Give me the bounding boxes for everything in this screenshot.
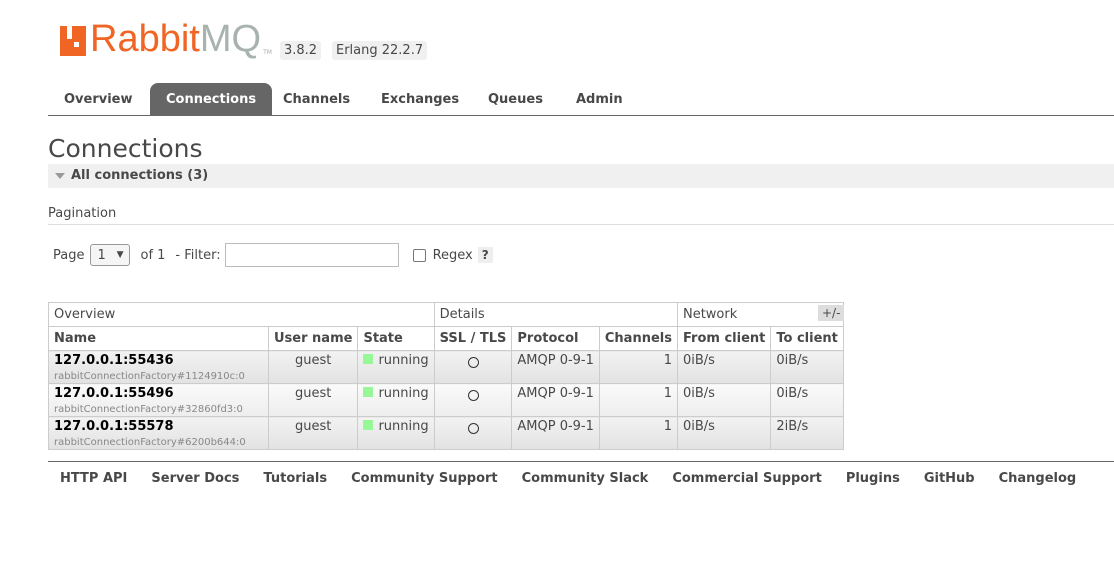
connections-table: Overview Details Network Name User name … <box>48 302 844 450</box>
table-row: 127.0.0.1:55436 rabbitConnectionFactory#1… <box>48 350 844 384</box>
version-badge: 3.8.2 <box>280 41 322 60</box>
column-toggle-button[interactable]: +/- <box>818 305 845 321</box>
col-to-client[interactable]: To client <box>770 326 844 351</box>
table-row: 127.0.0.1:55578 rabbitConnectionFactory#6… <box>48 416 844 450</box>
table-row: 127.0.0.1:55496 rabbitConnectionFactory#3… <box>48 383 844 417</box>
footer-links: HTTP API Server Docs Tutorials Community… <box>48 461 1114 486</box>
group-overview: Overview <box>48 302 435 327</box>
footer-link-commercial-support[interactable]: Commercial Support <box>672 471 822 486</box>
rabbit-logo-icon <box>60 26 86 56</box>
col-ssl[interactable]: SSL / TLS <box>433 326 513 351</box>
main-nav: Overview Connections Channels Exchanges … <box>48 83 1114 116</box>
running-status-icon <box>363 354 374 364</box>
ssl-off-icon <box>467 423 479 434</box>
footer-link-tutorials[interactable]: Tutorials <box>263 471 327 486</box>
chevron-down-icon: ▼ <box>116 250 124 260</box>
tab-overview[interactable]: Overview <box>48 83 149 115</box>
regex-checkbox[interactable] <box>412 248 426 262</box>
connection-link[interactable]: 127.0.0.1:55436 <box>54 353 174 368</box>
group-details: Details <box>433 302 678 327</box>
ssl-off-icon <box>467 357 479 368</box>
page-select[interactable]: 1 ▼ <box>90 244 131 266</box>
regex-help-button[interactable]: ? <box>477 247 493 263</box>
connection-link[interactable]: 127.0.0.1:55578 <box>54 419 174 434</box>
col-user[interactable]: User name <box>267 326 359 351</box>
ssl-off-icon <box>467 390 479 401</box>
all-connections-toggle[interactable]: All connections (3) <box>48 164 1114 188</box>
page-title: Connections <box>48 134 203 163</box>
col-from-client[interactable]: From client <box>676 326 772 351</box>
running-status-icon <box>363 387 374 397</box>
tab-queues[interactable]: Queues <box>472 83 559 115</box>
pagination-controls: Page 1 ▼ of 1 - Filter: Regex ? <box>53 243 493 267</box>
collapse-triangle-icon <box>55 172 65 179</box>
tab-connections[interactable]: Connections <box>150 83 273 115</box>
footer-link-plugins[interactable]: Plugins <box>846 471 900 486</box>
col-protocol[interactable]: Protocol <box>511 326 600 351</box>
col-channels[interactable]: Channels <box>598 326 678 351</box>
col-name[interactable]: Name <box>48 326 269 351</box>
footer-link-changelog[interactable]: Changelog <box>999 471 1077 486</box>
footer-link-github[interactable]: GitHub <box>924 471 975 486</box>
tab-exchanges[interactable]: Exchanges <box>365 83 475 115</box>
footer-link-community-support[interactable]: Community Support <box>351 471 498 486</box>
tab-admin[interactable]: Admin <box>560 83 639 115</box>
running-status-icon <box>363 420 374 430</box>
pagination-heading: Pagination <box>48 206 1114 225</box>
footer-link-community-slack[interactable]: Community Slack <box>522 471 649 486</box>
erlang-version-badge: Erlang 22.2.7 <box>332 41 428 60</box>
filter-input[interactable] <box>224 243 399 267</box>
col-state[interactable]: State <box>357 326 435 351</box>
rabbitmq-logo[interactable]: Rabbit MQ TM <box>60 20 272 58</box>
connection-link[interactable]: 127.0.0.1:55496 <box>54 386 174 401</box>
footer-link-server-docs[interactable]: Server Docs <box>151 471 239 486</box>
tab-channels[interactable]: Channels <box>267 83 366 115</box>
footer-link-http-api[interactable]: HTTP API <box>60 471 127 486</box>
